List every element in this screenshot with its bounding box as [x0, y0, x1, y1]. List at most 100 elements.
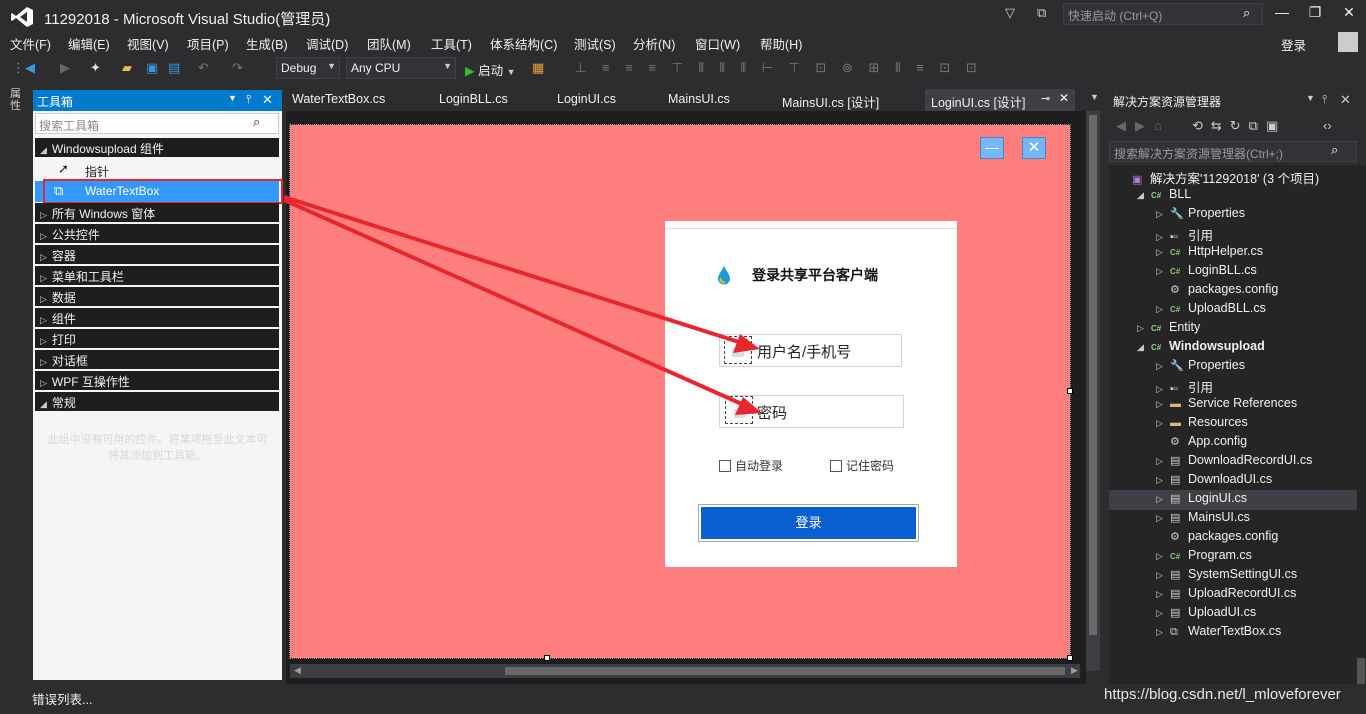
menu-item[interactable]: 编辑(E) — [68, 34, 110, 53]
save-all-icon[interactable]: ▤ — [168, 60, 180, 76]
toolbox-group-general[interactable]: ◢ 常规 — [35, 392, 279, 411]
new-project-icon[interactable]: ✦ — [90, 60, 101, 76]
solution-tree-node[interactable]: ◢ C# Windowsupload — [1137, 339, 1265, 358]
menu-item[interactable]: 生成(B) — [246, 34, 288, 53]
solution-tree-node[interactable]: ▷ ▤ LoginUI.cs — [1156, 491, 1247, 510]
horizontal-scroll-thumb[interactable] — [505, 667, 1065, 675]
configuration-select[interactable]: Debug ▼ — [276, 57, 340, 79]
toolbox-category[interactable]: ▷ 容器 — [35, 245, 279, 264]
minimize-window-button[interactable]: — — [1269, 4, 1295, 24]
start-button[interactable]: ▶ 启动 ▼ — [465, 60, 516, 79]
browser-link-icon[interactable]: ▦ — [532, 60, 544, 76]
close-tab-icon[interactable]: ✕ — [1059, 91, 1069, 105]
solution-tree-node[interactable]: ▷ ▪▫ 引用 — [1156, 225, 1213, 244]
toolbox-category[interactable]: ▷ WPF 互操作性 — [35, 371, 279, 390]
toolbox-category[interactable]: ▷ 对话框 — [35, 350, 279, 369]
redo-icon[interactable]: ↷ — [232, 60, 243, 76]
solution-tree-node[interactable]: ▷ C# LoginBLL.cs — [1156, 263, 1257, 282]
toolbox-category[interactable]: ▷ 所有 Windows 窗体 — [35, 203, 279, 222]
scroll-right-icon[interactable]: ▶ — [1071, 665, 1078, 676]
tree-expander-icon[interactable]: ◢ — [1137, 342, 1151, 353]
form-close-button[interactable]: ✕ — [1022, 137, 1046, 159]
forward-icon[interactable]: ▶ — [60, 60, 70, 76]
solution-tree-node[interactable]: ▷ ▪▫ 引用 — [1156, 377, 1213, 396]
menu-item[interactable]: 项目(P) — [187, 34, 229, 53]
se-dropdown-icon[interactable]: ▼ — [1306, 93, 1315, 103]
solution-tree-node[interactable]: ▷ C# Entity — [1137, 320, 1200, 339]
back-icon[interactable]: ◀ — [25, 60, 35, 76]
resize-handle-corner[interactable] — [1067, 655, 1073, 661]
vertical-scroll-thumb[interactable] — [1089, 115, 1097, 635]
menu-item[interactable]: 测试(S) — [574, 34, 616, 53]
solution-tree-node[interactable]: ▷ ▤ DownloadRecordUI.cs — [1156, 453, 1312, 472]
se-action-icons[interactable]: ⟲⇆↻⧉▣ — [1192, 118, 1286, 134]
scroll-left-icon[interactable]: ◀ — [294, 665, 301, 676]
close-window-button[interactable]: ✕ — [1336, 4, 1362, 24]
menu-item[interactable]: 视图(V) — [127, 34, 169, 53]
tree-expander-icon[interactable]: ▷ — [1156, 608, 1170, 619]
solution-tree-node[interactable]: ▷ 🔧 Properties — [1156, 358, 1245, 377]
properties-side-tab[interactable]: 属性 — [10, 88, 24, 112]
tree-expander-icon[interactable]: ▷ — [1156, 209, 1170, 220]
menu-item[interactable]: 窗口(W) — [695, 34, 740, 53]
solution-search-input[interactable]: 搜索解决方案资源管理器(Ctrl+;) — [1109, 141, 1357, 162]
toolbox-dropdown-icon[interactable]: ▼ — [228, 93, 237, 103]
menu-item[interactable]: 工具(T) — [431, 34, 472, 53]
solution-tree-node[interactable]: ▷ ▤ SystemSettingUI.cs — [1156, 567, 1297, 586]
toolbox-item-pointer[interactable]: 指针 — [35, 160, 279, 180]
tree-expander-icon[interactable]: ◢ — [1137, 190, 1151, 201]
tree-expander-icon[interactable]: ▷ — [1156, 494, 1170, 505]
solution-tree-node[interactable]: ▷ C# HttpHelper.cs — [1156, 244, 1263, 263]
solution-tree-node[interactable]: ▷ ▤ UploadRecordUI.cs — [1156, 586, 1296, 605]
tree-expander-icon[interactable]: ▷ — [1156, 399, 1170, 410]
quick-launch-input[interactable]: 快速启动 (Ctrl+Q) — [1063, 3, 1263, 25]
menu-item[interactable]: 文件(F) — [10, 34, 51, 53]
notification-icon[interactable]: ⧉ — [1037, 5, 1046, 21]
editor-tab[interactable]: LoginUI.cs — [551, 89, 622, 111]
tree-expander-icon[interactable]: ▷ — [1156, 589, 1170, 600]
toolbox-group-windowsupload[interactable]: ◢ Windowsupload 组件 — [35, 138, 279, 157]
tree-expander-icon[interactable]: ▷ — [1156, 418, 1170, 429]
solution-tree-node[interactable]: ▣ 解决方案'11292018' (3 个项目) — [1118, 168, 1319, 187]
resize-handle-right[interactable] — [1067, 388, 1073, 394]
toolbox-category[interactable]: ▷ 组件 — [35, 308, 279, 327]
solution-tree-node[interactable]: ▷ ▤ DownloadUI.cs — [1156, 472, 1272, 491]
menu-item[interactable]: 分析(N) — [633, 34, 675, 53]
solution-tree-node[interactable]: ▷ ▬ Service References — [1156, 396, 1297, 415]
editor-tab[interactable]: MainsUI.cs — [662, 89, 736, 111]
pin-icon[interactable]: ⫯ — [1322, 92, 1327, 107]
layout-align-icons[interactable]: ⊥ ≡ ≡ ≡ ⊤ ⫴ ⫴ ⫴ ⊢ ⊤ ⊡ ⊚ ⊞ ⫴ ≡ ⊡ ⊡ — [575, 60, 983, 76]
editor-tab[interactable]: MainsUI.cs [设计] — [776, 89, 885, 111]
toolbox-category[interactable]: ▷ 菜单和工具栏 — [35, 266, 279, 285]
login-button[interactable]: 登录 — [698, 504, 919, 542]
pin-icon[interactable]: ⫯ — [246, 92, 251, 107]
solution-tree-node[interactable]: ◢ C# BLL — [1137, 187, 1191, 206]
auto-login-checkbox[interactable]: 自动登录 — [719, 457, 783, 474]
filter-icon[interactable]: ▽ — [1005, 5, 1015, 21]
tree-expander-icon[interactable]: ▷ — [1156, 304, 1170, 315]
se-nav-icons[interactable]: ◀▶⌂ — [1116, 118, 1171, 134]
solution-tree-node[interactable]: ▷ C# UploadBLL.cs — [1156, 301, 1266, 320]
tree-expander-icon[interactable]: ▷ — [1156, 513, 1170, 524]
tree-expander-icon[interactable]: ▷ — [1156, 456, 1170, 467]
save-icon[interactable]: ▣ — [146, 60, 158, 76]
editor-tab[interactable]: LoginBLL.cs — [433, 89, 514, 111]
tab-overflow-icon[interactable]: ▼ — [1090, 92, 1099, 102]
solution-tree-node[interactable]: ⚙ App.config — [1156, 434, 1247, 453]
solution-tree-node[interactable]: ⚙ packages.config — [1156, 529, 1278, 548]
toolbox-category[interactable]: ▷ 打印 — [35, 329, 279, 348]
solution-tree-node[interactable]: ▷ ▬ Resources — [1156, 415, 1248, 434]
open-file-icon[interactable]: ▰ — [122, 60, 132, 76]
tree-expander-icon[interactable]: ▷ — [1156, 570, 1170, 581]
tree-expander-icon[interactable]: ▷ — [1137, 323, 1151, 334]
solution-tree-node[interactable]: ▷ ▤ UploadUI.cs — [1156, 605, 1256, 624]
tree-expander-icon[interactable]: ▷ — [1156, 232, 1170, 243]
solution-tree-node[interactable]: ▷ 🔧 Properties — [1156, 206, 1245, 225]
platform-select[interactable]: Any CPU ▼ — [346, 57, 456, 79]
solution-tree-node[interactable]: ⚙ packages.config — [1156, 282, 1278, 301]
toolbox-search-input[interactable]: 搜索工具箱 — [35, 113, 279, 134]
editor-tab[interactable]: WaterTextBox.cs — [286, 89, 391, 111]
toolbox-category[interactable]: ▷ 数据 — [35, 287, 279, 306]
solution-tree-node[interactable]: ▷ ▤ MainsUI.cs — [1156, 510, 1250, 529]
tree-expander-icon[interactable]: ▷ — [1156, 551, 1170, 562]
